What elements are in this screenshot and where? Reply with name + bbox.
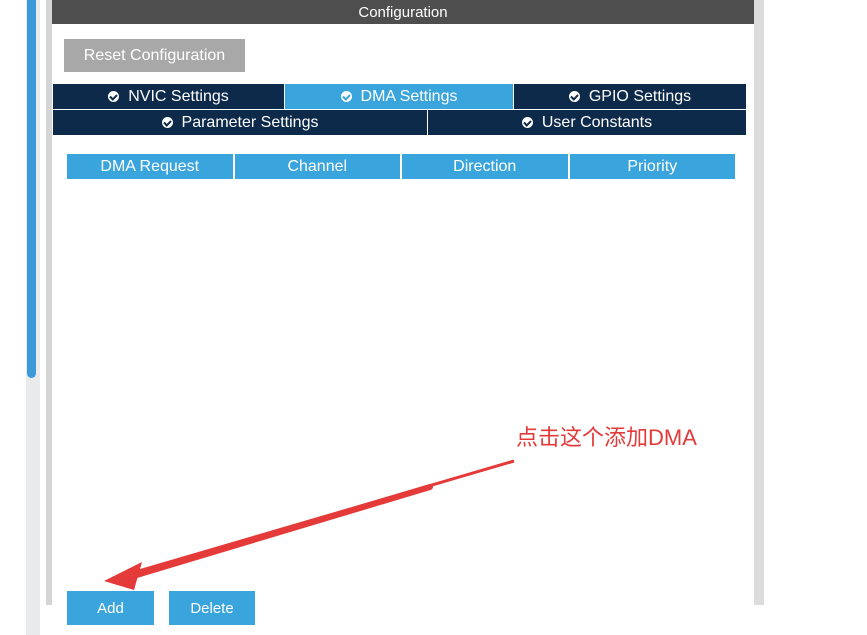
arrow-head [104, 562, 142, 590]
arrow-icon [104, 459, 515, 590]
arrow-shaft-bold [127, 484, 433, 580]
